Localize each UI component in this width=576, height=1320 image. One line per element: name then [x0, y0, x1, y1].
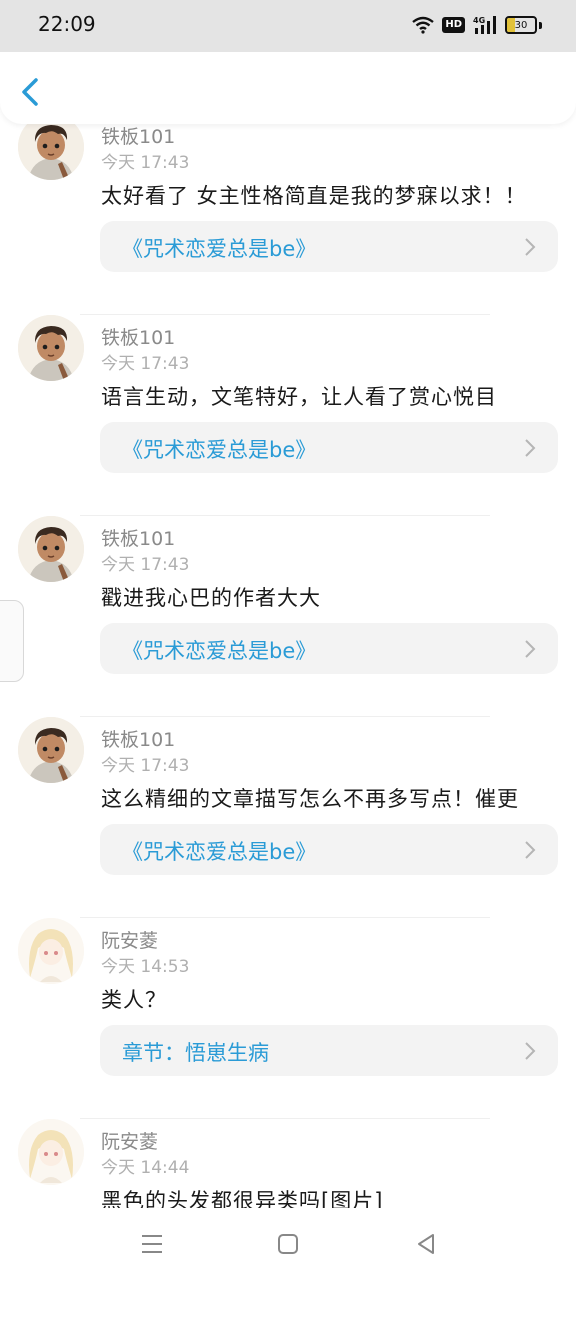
menu-icon[interactable] [138, 1230, 166, 1258]
comment-time: 今天 17:43 [101, 756, 190, 776]
comment-username[interactable]: 铁板101 [101, 122, 175, 149]
avatar-girl[interactable] [18, 1119, 84, 1185]
avatar-girl[interactable] [18, 918, 84, 984]
chevron-right-icon [525, 439, 536, 457]
comment-username[interactable]: 铁板101 [101, 725, 175, 752]
comment-time: 今天 17:43 [101, 354, 190, 374]
work-link-title: 《咒术恋爱总是be》 [122, 438, 317, 462]
comment-item: 铁板101 今天 17:43 太好看了 女主性格简直是我的梦寐以求！！ 《咒术恋… [0, 114, 576, 315]
comment-username[interactable]: 阮安菱 [101, 1127, 158, 1154]
status-time: 22:09 [38, 12, 96, 36]
comment-item: 阮安菱 今天 14:53 类人？ 章节：悟崽生病 [0, 918, 576, 1119]
comment-time: 今天 14:53 [101, 957, 190, 977]
comment-feed: 铁板101 今天 17:43 太好看了 女主性格简直是我的梦寐以求！！ 《咒术恋… [0, 114, 576, 1320]
comment-item: 铁板101 今天 17:43 戳进我心巴的作者大大 《咒术恋爱总是be》 [0, 516, 576, 717]
work-link-card[interactable]: 《咒术恋爱总是be》 [100, 422, 558, 473]
comment-item: 铁板101 今天 17:43 这么精细的文章描写怎么不再多写点！催更 《咒术恋爱… [0, 717, 576, 918]
avatar-boy[interactable] [18, 717, 84, 783]
battery-percent: 30 [514, 19, 528, 31]
system-nav-bar [0, 1208, 576, 1280]
top-app-bar [0, 52, 576, 124]
hd-badge: HD [442, 17, 465, 33]
avatar-boy[interactable] [18, 315, 84, 381]
svg-text:4G: 4G [473, 16, 485, 25]
home-icon[interactable] [274, 1230, 302, 1258]
work-link-card[interactable]: 《咒术恋爱总是be》 [100, 623, 558, 674]
back-arrow-icon[interactable] [16, 74, 46, 110]
comment-text[interactable]: 类人？ [101, 984, 167, 1014]
comment-text[interactable]: 这么精细的文章描写怎么不再多写点！催更 [101, 783, 519, 813]
comment-username[interactable]: 铁板101 [101, 323, 175, 350]
work-link-title: 《咒术恋爱总是be》 [122, 840, 317, 864]
comment-time: 今天 14:44 [101, 1158, 190, 1178]
status-bar: 22:09 HD 4G 30 [0, 0, 576, 52]
comment-username[interactable]: 铁板101 [101, 524, 175, 551]
comment-username[interactable]: 阮安菱 [101, 926, 158, 953]
chevron-right-icon [525, 841, 536, 859]
wifi-icon [412, 16, 435, 34]
status-icons: HD 4G 30 [412, 14, 542, 36]
back-triangle-icon[interactable] [412, 1230, 440, 1258]
comment-text[interactable]: 语言生动，文笔特好，让人看了赏心悦目 [101, 381, 497, 411]
comment-time: 今天 17:43 [101, 555, 190, 575]
chevron-right-icon [525, 1042, 536, 1060]
battery-tip [539, 21, 542, 29]
work-link-card[interactable]: 《咒术恋爱总是be》 [100, 221, 558, 272]
battery-icon: 30 [505, 16, 537, 34]
comment-item: 铁板101 今天 17:43 语言生动，文笔特好，让人看了赏心悦目 《咒术恋爱总… [0, 315, 576, 516]
signal-icon: 4G [473, 16, 496, 34]
floating-side-handle[interactable] [0, 600, 24, 682]
comment-text[interactable]: 太好看了 女主性格简直是我的梦寐以求！！ [101, 180, 527, 210]
comment-text[interactable]: 戳进我心巴的作者大大 [101, 582, 321, 612]
work-link-title: 《咒术恋爱总是be》 [122, 639, 317, 663]
work-link-card[interactable]: 《咒术恋爱总是be》 [100, 824, 558, 875]
avatar-boy[interactable] [18, 516, 84, 582]
chevron-right-icon [525, 640, 536, 658]
work-link-title: 《咒术恋爱总是be》 [122, 237, 317, 261]
chevron-right-icon [525, 238, 536, 256]
chapter-link-title: 章节：悟崽生病 [122, 1041, 269, 1065]
chapter-link-card[interactable]: 章节：悟崽生病 [100, 1025, 558, 1076]
comment-time: 今天 17:43 [101, 153, 190, 173]
